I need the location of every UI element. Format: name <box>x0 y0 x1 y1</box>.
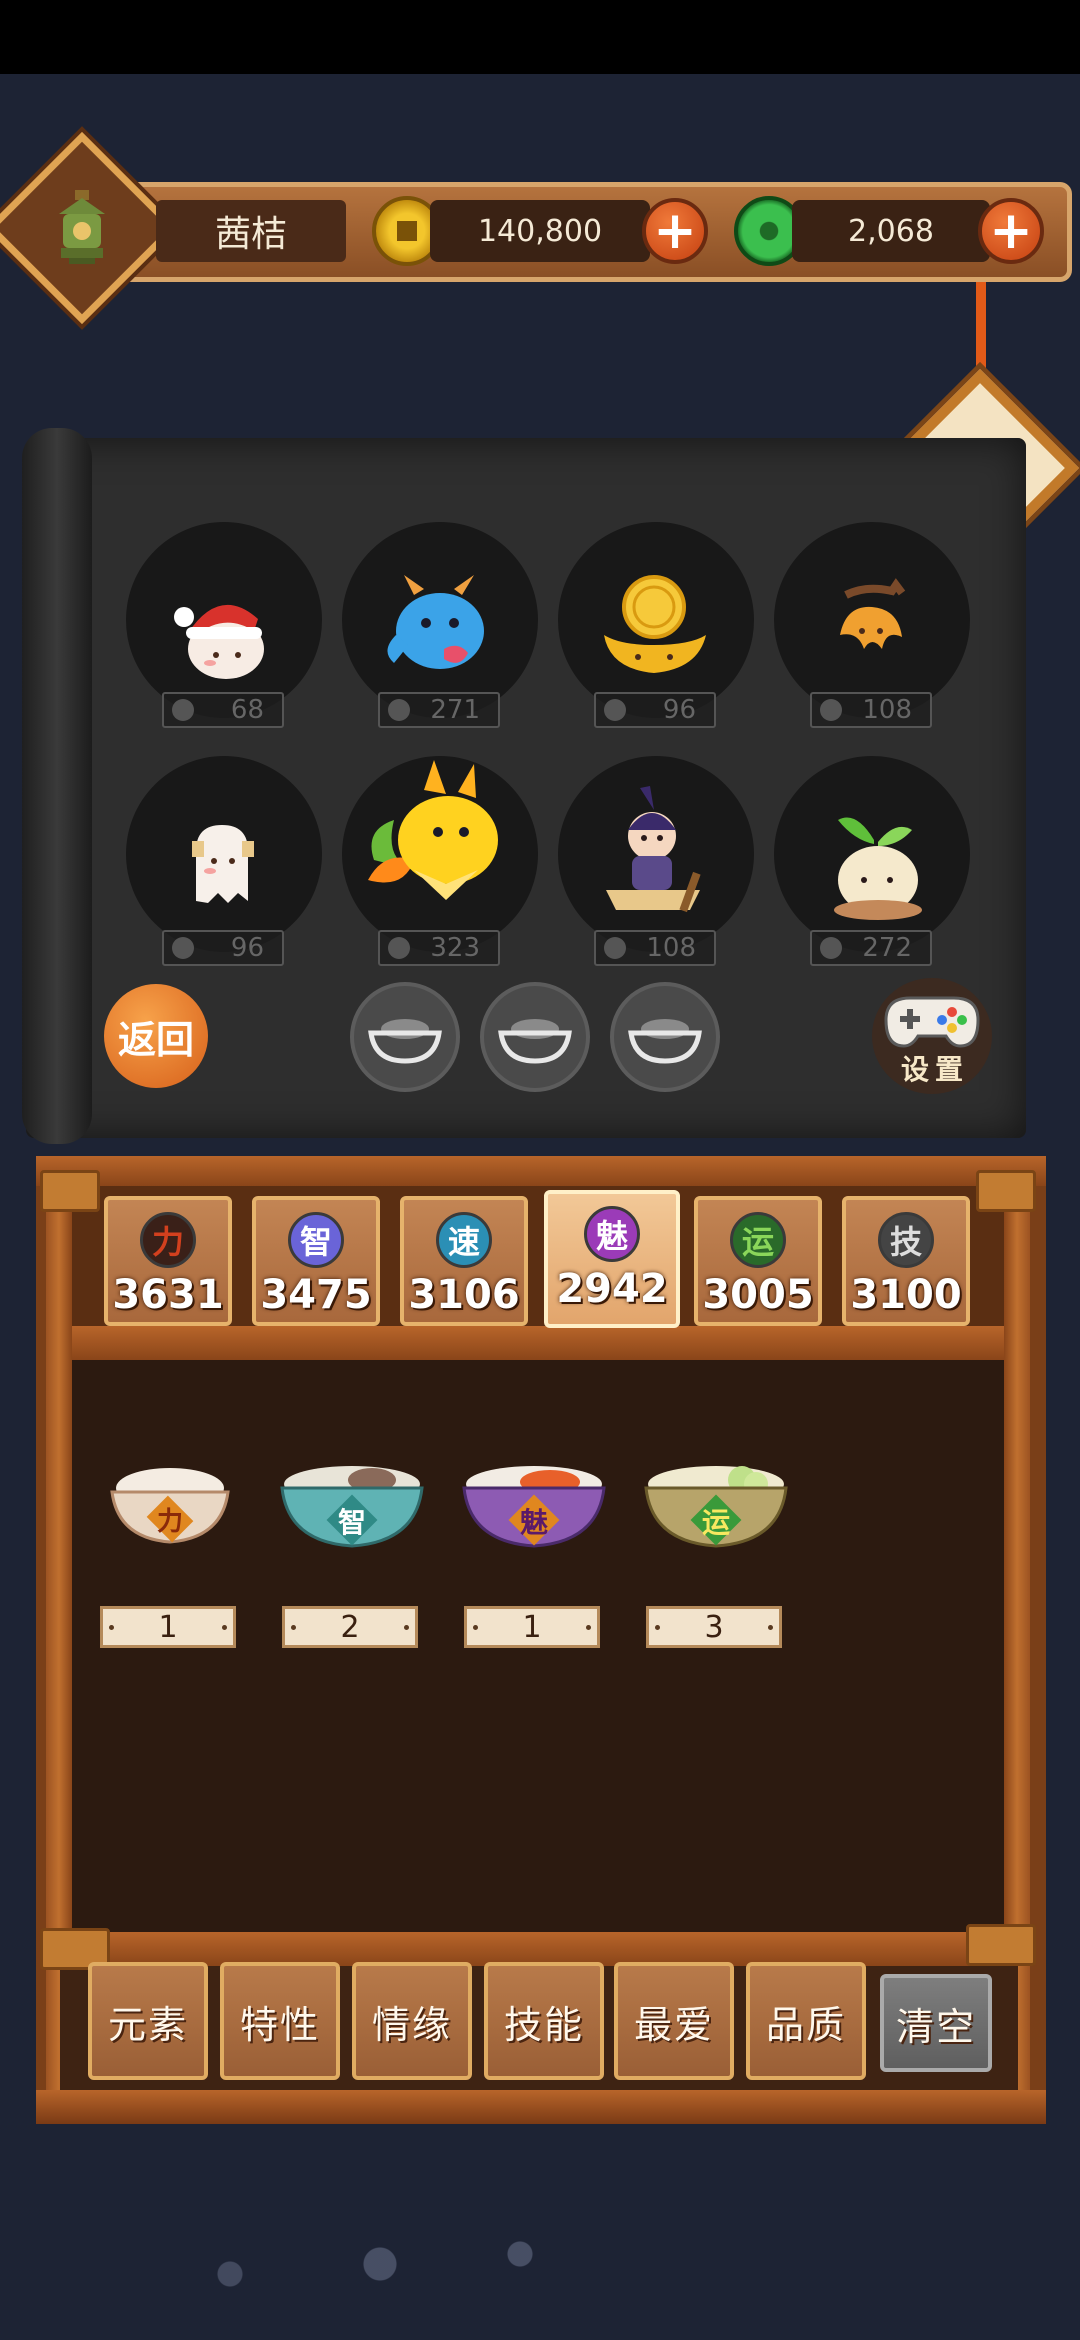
rice-bowl-food[interactable]: 力 <box>94 1454 244 1574</box>
bowl-slot[interactable] <box>350 982 460 1092</box>
level-icon <box>172 699 194 721</box>
food-quantity: 2 <box>282 1606 418 1648</box>
level-icon <box>172 937 194 959</box>
svg-text:力: 力 <box>157 1507 183 1537</box>
santa-hat-pet-icon[interactable] <box>148 550 298 700</box>
luck-icon: 运 <box>730 1212 786 1268</box>
blue-dragon-pet-icon[interactable] <box>364 550 514 700</box>
player-name: 茜桔 <box>156 200 346 262</box>
frame-bracket <box>966 1924 1036 1966</box>
lantern-avatar-icon[interactable] <box>40 186 124 270</box>
level-icon <box>388 937 410 959</box>
stat-value: 2942 <box>556 1266 668 1312</box>
stats-rail <box>60 1326 1018 1360</box>
gold-amount: 140,800 <box>430 200 650 262</box>
svg-text:魅: 魅 <box>520 1506 548 1539</box>
charm-icon: 魅 <box>584 1206 640 1262</box>
frame-bracket <box>976 1170 1036 1212</box>
sprout-bun-pet-icon[interactable] <box>806 790 956 940</box>
food-quantity: 1 <box>464 1606 600 1648</box>
pet-level: 96 <box>162 930 284 966</box>
strength-icon: 力 <box>140 1212 196 1268</box>
svg-text:运: 运 <box>702 1506 730 1539</box>
food-quantity: 1 <box>100 1606 236 1648</box>
level-icon <box>604 937 626 959</box>
ghost-pet-icon[interactable] <box>148 786 298 936</box>
ginkgo-leaf-pet-icon[interactable] <box>796 550 946 700</box>
skill-icon: 技 <box>878 1212 934 1268</box>
bowl-slot[interactable] <box>480 982 590 1092</box>
level-icon <box>604 699 626 721</box>
jade-amount: 2,068 <box>792 200 990 262</box>
stat-card-speed[interactable]: 速 3106 <box>400 1196 528 1326</box>
level-icon <box>820 937 842 959</box>
stat-card-skill[interactable]: 技 3100 <box>842 1196 970 1326</box>
add-gold-button[interactable]: + <box>642 198 708 264</box>
empty-bowl-icon <box>368 1019 442 1064</box>
stat-value: 3631 <box>112 1272 224 1318</box>
filter-favorite-button[interactable]: 最爱 <box>614 1962 734 2080</box>
level-icon <box>388 699 410 721</box>
clear-button[interactable]: 清空 <box>880 1974 992 2072</box>
filter-quality-button[interactable]: 品质 <box>746 1962 866 2080</box>
add-jade-button[interactable]: + <box>978 198 1044 264</box>
frame-bracket <box>40 1170 100 1212</box>
purple-bowl-food[interactable]: 魅 <box>454 1454 614 1574</box>
pet-level: 68 <box>162 692 284 728</box>
intelligence-icon: 智 <box>288 1212 344 1268</box>
settings-label[interactable]: 设置 <box>880 1048 990 1088</box>
pet-level: 96 <box>594 692 716 728</box>
scroll-roll <box>22 428 92 1144</box>
jade-bowl-food[interactable]: 智 <box>272 1454 432 1574</box>
stat-value: 3100 <box>850 1272 962 1318</box>
filter-bond-button[interactable]: 情缘 <box>352 1962 472 2080</box>
frame-bottom-rail <box>36 2090 1046 2124</box>
filter-rail <box>56 1932 1026 1966</box>
pet-level: 108 <box>810 692 932 728</box>
frame-top-rail <box>36 1156 1046 1186</box>
stat-value: 3106 <box>408 1272 520 1318</box>
empty-bowl-icon <box>628 1019 702 1064</box>
stat-card-intelligence[interactable]: 智 3475 <box>252 1196 380 1326</box>
filter-element-button[interactable]: 元素 <box>88 1962 208 2080</box>
scholar-boy-pet-icon[interactable] <box>590 780 730 930</box>
food-quantity: 3 <box>646 1606 782 1648</box>
yellow-dragon-pet-icon[interactable] <box>354 750 524 920</box>
olive-bowl-food[interactable]: 运 <box>636 1454 796 1574</box>
stat-value: 3475 <box>260 1272 372 1318</box>
stat-value: 3005 <box>702 1272 814 1318</box>
empty-bowl-icon <box>498 1019 572 1064</box>
speed-icon: 速 <box>436 1212 492 1268</box>
status-bar-area <box>0 0 1080 74</box>
level-icon <box>820 699 842 721</box>
pet-level: 323 <box>378 930 500 966</box>
svg-text:智: 智 <box>338 1506 366 1539</box>
pet-level: 272 <box>810 930 932 966</box>
pet-level: 271 <box>378 692 500 728</box>
filter-skill-button[interactable]: 技能 <box>484 1962 604 2080</box>
pet-level: 108 <box>594 930 716 966</box>
stat-card-charm[interactable]: 魅 2942 <box>544 1190 680 1328</box>
back-button[interactable]: 返回 <box>104 984 208 1088</box>
stat-card-strength[interactable]: 力 3631 <box>104 1196 232 1326</box>
stat-card-luck[interactable]: 运 3005 <box>694 1196 822 1326</box>
bowl-slot[interactable] <box>610 982 720 1092</box>
gold-ingot-pet-icon[interactable] <box>580 550 730 700</box>
filter-trait-button[interactable]: 特性 <box>220 1962 340 2080</box>
